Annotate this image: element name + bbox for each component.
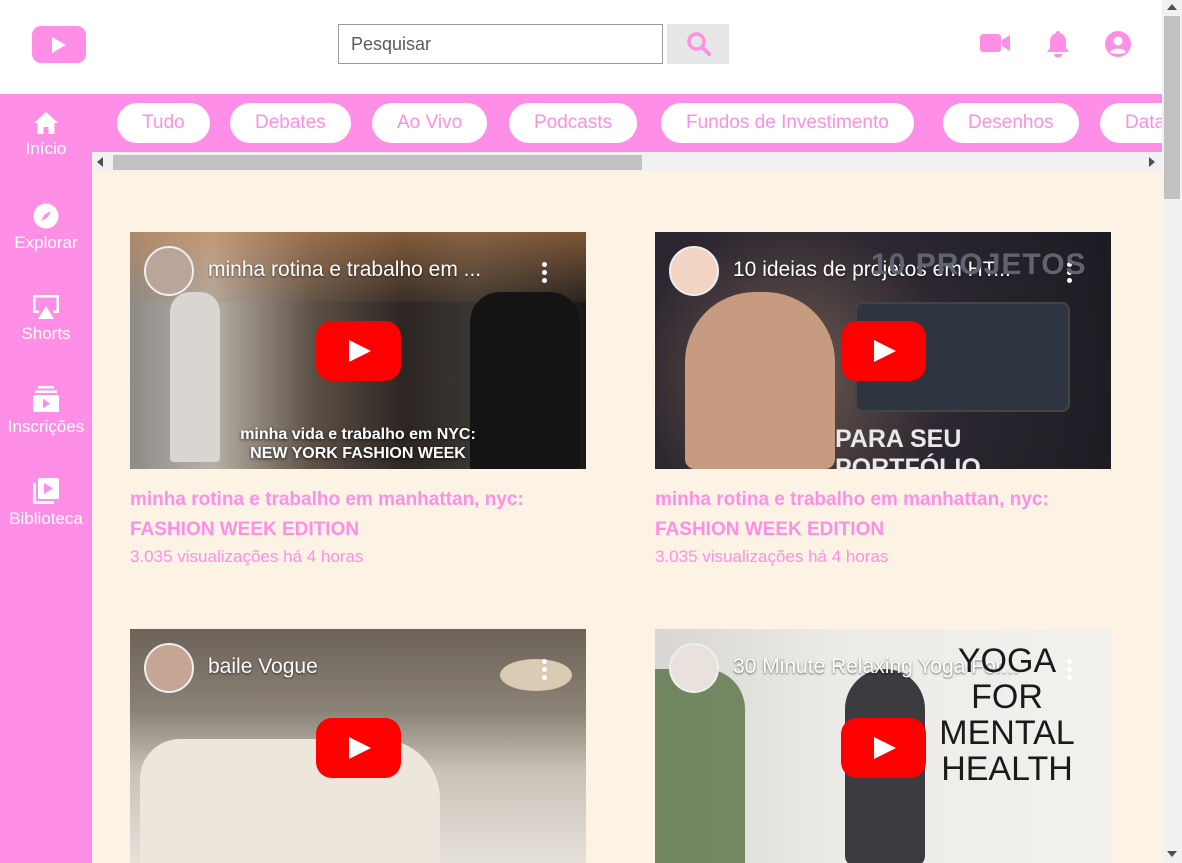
sidebar-item-label: Biblioteca xyxy=(9,509,83,528)
chip-tudo[interactable]: Tudo xyxy=(117,103,210,143)
channel-avatar[interactable] xyxy=(144,643,194,693)
thumbnail-person xyxy=(685,292,835,469)
channel-avatar[interactable] xyxy=(669,643,719,693)
thumbnail-caption: 10 PROJETOS xyxy=(871,248,1087,281)
bell-icon[interactable] xyxy=(1045,30,1071,58)
sidebar-item-label: Início xyxy=(25,139,67,158)
chip-debates[interactable]: Debates xyxy=(230,103,351,143)
play-button-icon[interactable] xyxy=(841,718,926,778)
video-title[interactable]: minha rotina e trabalho em manhattan, ny… xyxy=(130,485,586,545)
scrollbar-thumb[interactable] xyxy=(1164,16,1180,199)
more-options-icon[interactable] xyxy=(542,659,548,681)
video-card: 10 ideias de projetos em HT... 10 PROJET… xyxy=(655,232,1111,567)
sidebar-item-biblioteca[interactable]: Biblioteca xyxy=(0,477,92,529)
video-card: minha rotina e trabalho em ... minha vid… xyxy=(130,232,586,567)
sidebar-item-shorts[interactable]: Shorts xyxy=(0,294,92,344)
channel-avatar[interactable] xyxy=(669,246,719,296)
thumbnail-caption: YOGA FOR MENTAL HEALTH xyxy=(927,643,1087,787)
chip-fundos-de-investimento[interactable]: Fundos de Investimento xyxy=(661,103,914,143)
thumbnail-plate xyxy=(500,659,572,691)
sidebar-item-inscricoes[interactable]: Inscrições xyxy=(0,385,92,437)
scroll-up-arrow-icon[interactable] xyxy=(1167,4,1177,10)
compass-icon xyxy=(33,203,59,229)
scroll-right-arrow-icon[interactable] xyxy=(1149,157,1155,167)
video-camera-icon[interactable] xyxy=(979,30,1011,56)
app-window: Início Explorar Shorts Inscrições Biblio… xyxy=(0,0,1182,863)
more-options-icon[interactable] xyxy=(542,262,548,284)
scroll-down-arrow-icon[interactable] xyxy=(1167,851,1177,857)
sidebar-item-inicio[interactable]: Início xyxy=(0,111,92,159)
search-input[interactable] xyxy=(338,24,663,64)
video-grid: minha rotina e trabalho em ... minha vid… xyxy=(92,172,1162,863)
search-icon xyxy=(687,32,711,56)
chip-scrollbar[interactable] xyxy=(92,152,1162,172)
play-button-icon[interactable] xyxy=(316,321,401,381)
video-meta: 3.035 visualizações há 4 horas xyxy=(130,547,364,566)
video-embed[interactable]: minha rotina e trabalho em ... minha vid… xyxy=(130,232,586,469)
play-button-icon[interactable] xyxy=(841,321,926,381)
caption-line: HEALTH xyxy=(941,750,1073,788)
home-icon xyxy=(34,112,58,134)
chip-data[interactable]: Data xyxy=(1100,103,1162,143)
youtube-play-icon xyxy=(52,37,66,53)
video-card: 30 Minute Relaxing Yoga For... YOGA FOR … xyxy=(655,629,1111,863)
channel-avatar[interactable] xyxy=(144,246,194,296)
video-card: baile Vogue xyxy=(130,629,586,863)
subscriptions-icon xyxy=(33,386,59,412)
video-title[interactable]: minha rotina e trabalho em manhattan, ny… xyxy=(655,485,1111,545)
scrollbar-thumb[interactable] xyxy=(113,155,642,170)
page-scrollbar[interactable] xyxy=(1162,0,1182,863)
thumbnail-plant xyxy=(655,669,745,863)
caption-line: MENTAL xyxy=(939,714,1075,752)
sidebar: Início Explorar Shorts Inscrições Biblio… xyxy=(0,94,92,863)
shorts-icon xyxy=(33,295,59,319)
sidebar-item-label: Shorts xyxy=(21,324,71,343)
sidebar-item-label: Inscrições xyxy=(7,417,85,436)
thumbnail-caption: minha vida e trabalho em NYC: xyxy=(240,426,476,443)
scroll-left-arrow-icon[interactable] xyxy=(97,157,103,167)
sidebar-item-explorar[interactable]: Explorar xyxy=(0,203,92,253)
top-header xyxy=(0,0,1162,94)
video-embed[interactable]: baile Vogue xyxy=(130,629,586,863)
thumbnail-caption: NEW YORK FASHION WEEK xyxy=(250,445,466,462)
search-button[interactable] xyxy=(667,24,729,64)
play-button-icon[interactable] xyxy=(316,718,401,778)
embed-title[interactable]: baile Vogue xyxy=(208,655,508,679)
video-embed[interactable]: 10 ideias de projetos em HT... 10 PROJET… xyxy=(655,232,1111,469)
thumbnail-caption: PARA SEU PORTFÓLIO xyxy=(835,425,981,469)
library-icon xyxy=(33,478,59,504)
chip-ao-vivo[interactable]: Ao Vivo xyxy=(372,103,488,143)
video-meta: 3.035 visualizações há 4 horas xyxy=(655,547,889,566)
chip-podcasts[interactable]: Podcasts xyxy=(509,103,638,143)
user-circle-icon[interactable] xyxy=(1104,30,1132,58)
category-chip-bar: Tudo Debates Ao Vivo Podcasts Fundos de … xyxy=(92,94,1162,152)
caption-line: YOGA xyxy=(957,642,1057,680)
youtube-logo[interactable] xyxy=(32,26,86,63)
embed-title[interactable]: minha rotina e trabalho em ... xyxy=(208,258,508,282)
sidebar-item-label: Explorar xyxy=(14,233,78,252)
chip-desenhos[interactable]: Desenhos xyxy=(943,103,1079,143)
video-embed[interactable]: 30 Minute Relaxing Yoga For... YOGA FOR … xyxy=(655,629,1111,863)
caption-line: FOR xyxy=(971,678,1043,716)
